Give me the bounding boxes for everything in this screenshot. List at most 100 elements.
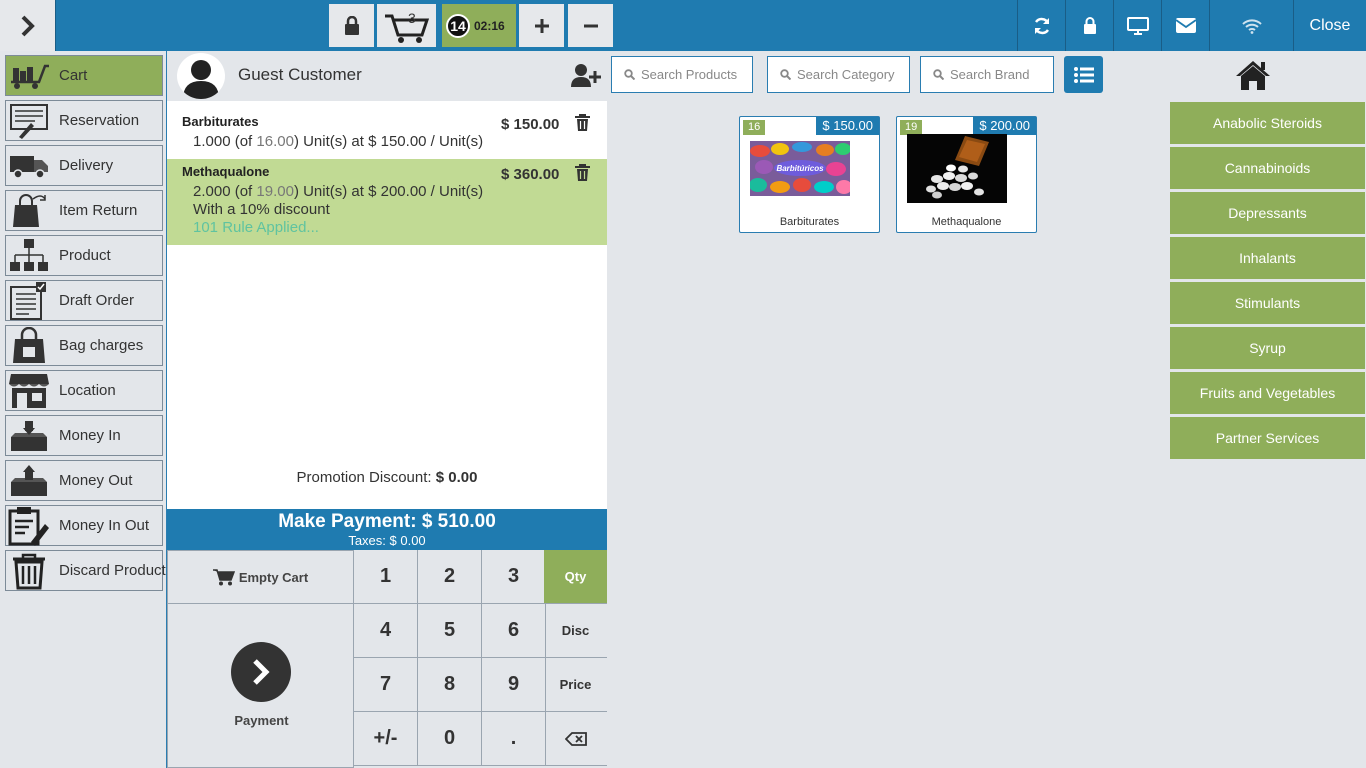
key-5[interactable]: 5 bbox=[418, 604, 482, 658]
money-out-icon bbox=[6, 461, 52, 500]
key-1[interactable]: 1 bbox=[354, 550, 418, 604]
money-in-out-icon bbox=[6, 506, 52, 546]
sidebar-item-delivery[interactable]: Delivery bbox=[5, 145, 163, 186]
chevron-right-icon bbox=[21, 15, 35, 36]
home-category-button[interactable] bbox=[1233, 57, 1273, 93]
cart-button[interactable]: 3 bbox=[377, 4, 436, 47]
plus-icon bbox=[534, 18, 549, 33]
make-payment-bar[interactable]: Make Payment: $ 510.00 Taxes: $ 0.00 bbox=[167, 509, 607, 550]
svg-text:Barbitúricos: Barbitúricos bbox=[776, 164, 824, 173]
sidebar-item-label: Product bbox=[59, 247, 111, 264]
sidebar-item-label: Draft Order bbox=[59, 292, 135, 309]
category-syrup[interactable]: Syrup bbox=[1170, 327, 1365, 370]
delete-line-icon[interactable] bbox=[575, 114, 590, 136]
category-stimulants[interactable]: Stimulants bbox=[1170, 282, 1365, 325]
add-customer-icon[interactable] bbox=[571, 63, 601, 92]
search-category-input[interactable]: Search Category bbox=[767, 56, 910, 93]
search-category-placeholder: Search Category bbox=[797, 67, 895, 82]
product-image bbox=[907, 134, 1007, 203]
line-price: $ 150.00 bbox=[501, 116, 560, 133]
session-time: 02:16 bbox=[474, 18, 505, 33]
minus-icon bbox=[583, 24, 598, 27]
disc-mode-button[interactable]: Disc bbox=[544, 604, 608, 658]
sidebar-item-reservation[interactable]: Reservation bbox=[5, 100, 163, 141]
delivery-truck-icon bbox=[6, 146, 52, 185]
payment-button[interactable]: Payment bbox=[167, 604, 354, 768]
make-payment-total: Make Payment: $ 510.00 bbox=[278, 511, 496, 532]
list-view-button[interactable] bbox=[1064, 56, 1103, 93]
reservation-icon bbox=[6, 101, 52, 140]
sidebar-toggle-button[interactable] bbox=[0, 0, 56, 51]
empty-cart-label: Empty Cart bbox=[238, 569, 309, 585]
key-decimal[interactable]: . bbox=[482, 712, 546, 766]
backspace-button[interactable] bbox=[544, 712, 608, 766]
key-8[interactable]: 8 bbox=[418, 658, 482, 712]
key-0[interactable]: 0 bbox=[418, 712, 482, 766]
sidebar-item-money-in-out[interactable]: Money In Out bbox=[5, 505, 163, 546]
sync-button[interactable] bbox=[1017, 0, 1065, 51]
product-card-methaqualone[interactable]: 19 $ 200.00 Methaqualone bbox=[896, 116, 1037, 233]
sidebar-item-money-in[interactable]: Money In bbox=[5, 415, 163, 456]
category-anabolic-steroids[interactable]: Anabolic Steroids bbox=[1170, 102, 1365, 145]
line-product-name: Methaqualone bbox=[182, 164, 270, 179]
taxes-total: Taxes: $ 0.00 bbox=[348, 533, 426, 548]
search-icon bbox=[933, 69, 944, 80]
empty-cart-button[interactable]: Empty Cart bbox=[167, 550, 354, 604]
sidebar-item-location[interactable]: Location bbox=[5, 370, 163, 411]
order-line-selected[interactable]: Methaqualone 2.000 (of 19.00) Unit(s) at… bbox=[167, 159, 607, 245]
lock-screen-button[interactable] bbox=[329, 4, 374, 47]
sidebar-item-item-return[interactable]: Item Return bbox=[5, 190, 163, 231]
sidebar-item-product[interactable]: Product bbox=[5, 235, 163, 276]
key-4[interactable]: 4 bbox=[354, 604, 418, 658]
display-button[interactable] bbox=[1113, 0, 1161, 51]
price-mode-button[interactable]: Price bbox=[544, 658, 608, 712]
sidebar-item-discard-product[interactable]: Discard Product bbox=[5, 550, 166, 591]
payment-label: Payment bbox=[234, 713, 289, 728]
category-cannabinoids[interactable]: Cannabinoids bbox=[1170, 147, 1365, 190]
sidebar-item-label: Cart bbox=[59, 67, 88, 84]
order-line[interactable]: Barbiturates 1.000 (of 16.00) Unit(s) at… bbox=[167, 101, 607, 159]
messages-button[interactable] bbox=[1161, 0, 1209, 51]
backspace-icon bbox=[564, 731, 587, 746]
sidebar-item-bag-charges[interactable]: Bag charges bbox=[5, 325, 163, 366]
cart-count: 3 bbox=[408, 10, 416, 26]
search-products-input[interactable]: Search Products bbox=[611, 56, 753, 93]
line-quantity-detail: 2.000 (of 19.00) Unit(s) at $ 200.00 / U… bbox=[193, 183, 484, 200]
line-price: $ 360.00 bbox=[501, 166, 560, 183]
order-lines: Barbiturates 1.000 (of 16.00) Unit(s) at… bbox=[167, 101, 607, 509]
key-9[interactable]: 9 bbox=[482, 658, 546, 712]
key-plus-minus[interactable]: +/- bbox=[354, 712, 418, 766]
search-brand-input[interactable]: Search Brand bbox=[920, 56, 1054, 93]
session-badge[interactable]: 14 02:16 bbox=[442, 4, 516, 47]
money-in-icon bbox=[6, 416, 52, 455]
key-6[interactable]: 6 bbox=[482, 604, 546, 658]
qty-mode-button[interactable]: Qty bbox=[544, 550, 608, 604]
cart-icon bbox=[212, 569, 235, 586]
lock-button[interactable] bbox=[1065, 0, 1113, 51]
product-card-barbiturates[interactable]: 16 $ 150.00 Barbitúricos Barbiturates bbox=[739, 116, 880, 233]
top-bar: 3 14 02:16 Close bbox=[0, 0, 1366, 51]
sidebar-item-label: Money In bbox=[59, 427, 121, 444]
category-inhalants[interactable]: Inhalants bbox=[1170, 237, 1365, 280]
sidebar-item-cart[interactable]: Cart bbox=[5, 55, 163, 96]
customer-header[interactable]: Guest Customer bbox=[167, 51, 607, 101]
close-button[interactable]: Close bbox=[1293, 0, 1366, 51]
envelope-icon bbox=[1175, 18, 1196, 33]
sidebar-item-draft-order[interactable]: Draft Order bbox=[5, 280, 163, 321]
remove-order-button[interactable] bbox=[568, 4, 613, 47]
category-depressants[interactable]: Depressants bbox=[1170, 192, 1365, 235]
customer-avatar-icon bbox=[177, 53, 225, 99]
category-fruits-and-vegetables[interactable]: Fruits and Vegetables bbox=[1170, 372, 1365, 415]
key-3[interactable]: 3 bbox=[482, 550, 546, 604]
price-badge: $ 150.00 bbox=[816, 117, 879, 135]
stock-badge: 19 bbox=[900, 120, 923, 135]
add-order-button[interactable] bbox=[519, 4, 564, 47]
key-2[interactable]: 2 bbox=[418, 550, 482, 604]
key-7[interactable]: 7 bbox=[354, 658, 418, 712]
category-partner-services[interactable]: Partner Services bbox=[1170, 417, 1365, 460]
delete-line-icon[interactable] bbox=[575, 164, 590, 186]
line-rule-applied[interactable]: 101 Rule Applied... bbox=[193, 219, 319, 236]
sidebar-item-money-out[interactable]: Money Out bbox=[5, 460, 163, 501]
sidebar-item-label: Money Out bbox=[59, 472, 133, 489]
network-status[interactable] bbox=[1209, 0, 1293, 51]
